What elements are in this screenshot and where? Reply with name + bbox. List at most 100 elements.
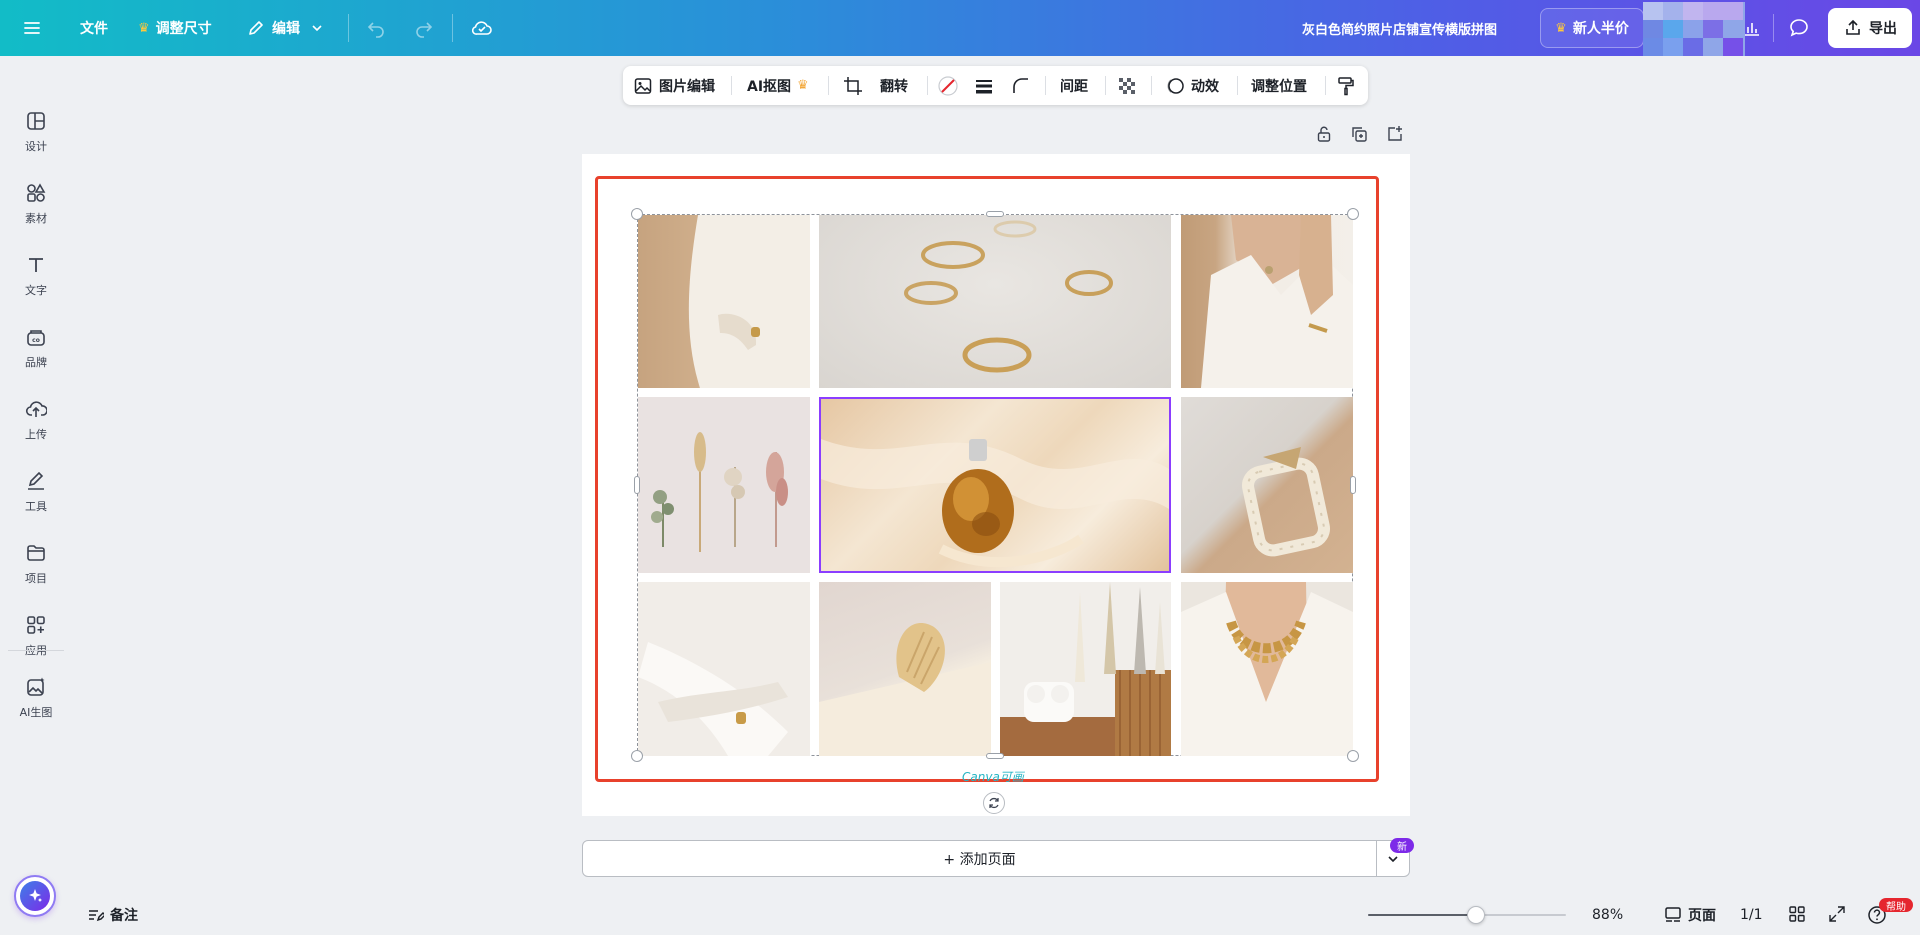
comments-button[interactable] [1788,0,1810,56]
corner-rounding-icon [1013,77,1028,93]
promo-button[interactable]: ♛ 新人半价 [1540,8,1644,48]
export-label: 导出 [1869,21,1897,37]
bar-chart-icon [1745,23,1759,36]
image-icon [634,77,652,94]
sidebar-item-design[interactable]: 设计 [0,102,72,162]
analytics-button[interactable] [1742,0,1762,56]
copy-style-button[interactable] [1336,66,1356,105]
resize-handle-top[interactable] [986,211,1004,217]
photo-cell-pearl-clip[interactable] [1181,397,1353,573]
avatar[interactable] [1643,2,1745,56]
document-title[interactable]: 灰白色简约照片店铺宣传横版拼图 [1302,0,1497,56]
svg-text:co: co [32,337,40,344]
spacing-button[interactable]: 间距 [1060,66,1088,105]
sidebar-item-label: 项目 [25,572,47,585]
photo-cell-woman-necklace[interactable] [1181,215,1353,388]
crown-icon: ♛ [138,20,150,36]
sidebar-item-label: 工具 [25,500,47,513]
folder-icon [27,545,45,561]
zoom-percentage[interactable]: 88% [1592,905,1623,925]
layout-icon [27,112,45,130]
photo-cell-gold-rings[interactable] [819,215,1171,388]
zoom-slider-thumb[interactable] [1467,906,1485,924]
edit-mode-button[interactable]: 编辑 [246,0,324,56]
ai-cutout-label: AI抠图 [747,78,792,95]
add-page-icon-button[interactable] [1386,125,1404,143]
image-edit-button[interactable]: 图片编辑 [633,66,715,105]
position-label: 调整位置 [1251,78,1307,95]
redo-button[interactable] [414,0,434,56]
divider [828,76,829,95]
notes-button[interactable]: 备注 [86,905,138,925]
notes-icon [89,910,104,922]
no-color-icon [938,75,958,96]
fullscreen-button[interactable] [1828,905,1846,923]
resize-handle-right[interactable] [1350,476,1356,494]
grid-view-button[interactable] [1788,905,1806,923]
cloud-save-button[interactable] [470,0,494,56]
sidebar-item-text[interactable]: 文字 [0,246,72,306]
resize-handle-top-right[interactable] [1347,208,1359,220]
sidebar-item-tools[interactable]: 工具 [0,462,72,522]
menu-button[interactable] [22,0,42,56]
cloud-check-icon [471,21,492,35]
design-page[interactable]: Canva可画 [582,154,1410,816]
share-upload-icon [1846,19,1860,35]
duplicate-page-button[interactable] [1350,125,1368,143]
resize-handle-bottom[interactable] [986,753,1004,759]
undo-icon [367,22,384,38]
sidebar-item-apps[interactable]: 应用 [0,606,72,666]
sidebar-item-label: 设计 [25,140,47,153]
photo-cell-candles[interactable] [1000,582,1171,756]
border-color-button[interactable] [937,66,959,105]
divider [1045,76,1046,95]
ai-image-icon [27,677,45,696]
photo-cell-dried-flowers[interactable] [638,397,810,573]
chevron-down-icon [1388,855,1398,862]
file-menu-button[interactable]: 文件 [80,0,108,56]
left-sidebar: 设计 素材 文字 co 品牌 上传 工具 项目 应用 AI生图 [0,56,72,935]
page-count[interactable]: 1/1 [1740,905,1763,925]
rotate-handle[interactable] [983,792,1005,814]
crown-icon: ♛ [797,78,809,93]
pen-tool-icon [28,471,44,490]
border-style-button[interactable] [974,66,994,105]
resize-button[interactable]: ♛ 调整尺寸 [138,0,212,56]
sidebar-item-label: 上传 [25,428,47,441]
sidebar-item-ai-image[interactable]: AI生图 [0,660,72,736]
sidebar-item-brand[interactable]: co 品牌 [0,318,72,378]
photo-cell-shell-object[interactable] [819,582,991,756]
flip-button[interactable]: 翻转 [880,66,908,105]
unlock-icon [1317,126,1331,142]
export-button[interactable]: 导出 [1828,8,1912,48]
zoom-slider-fill [1368,914,1476,916]
resize-handle-top-left[interactable] [631,208,643,220]
resize-handle-bottom-left[interactable] [631,750,643,762]
photo-cell-crossed-arms[interactable] [638,582,810,756]
lock-page-button[interactable] [1315,125,1333,143]
photo-cell-white-blazer[interactable] [638,215,810,388]
photo-cell-perfume-bottle[interactable] [819,397,1171,573]
zoom-slider[interactable] [1368,905,1566,925]
sidebar-item-projects[interactable]: 项目 [0,534,72,594]
position-button[interactable]: 调整位置 [1251,66,1307,105]
resize-handle-bottom-right[interactable] [1347,750,1359,762]
sidebar-item-upload[interactable]: 上传 [0,390,72,450]
undo-button[interactable] [366,0,386,56]
file-label: 文件 [80,21,108,37]
image-context-toolbar: 图片编辑 AI抠图 ♛ 翻转 间距 动效 调整位置 [623,66,1368,105]
corner-radius-button[interactable] [1011,66,1031,105]
add-page-button[interactable]: + 添加页面 [582,840,1377,877]
ai-cutout-button[interactable]: AI抠图 ♛ [747,66,809,105]
crop-button[interactable] [843,66,863,105]
help-badge: 帮助 [1879,898,1913,913]
animate-button[interactable]: 动效 [1165,66,1219,105]
sidebar-item-elements[interactable]: 素材 [0,174,72,234]
transparency-button[interactable] [1117,66,1137,105]
flip-label: 翻转 [880,78,908,95]
magic-assistant-button[interactable] [14,875,56,917]
new-badge: 新 [1390,838,1414,853]
pages-button[interactable]: 页面 [1664,905,1716,925]
photo-cell-gold-chain[interactable] [1181,582,1353,756]
resize-handle-left[interactable] [634,476,640,494]
